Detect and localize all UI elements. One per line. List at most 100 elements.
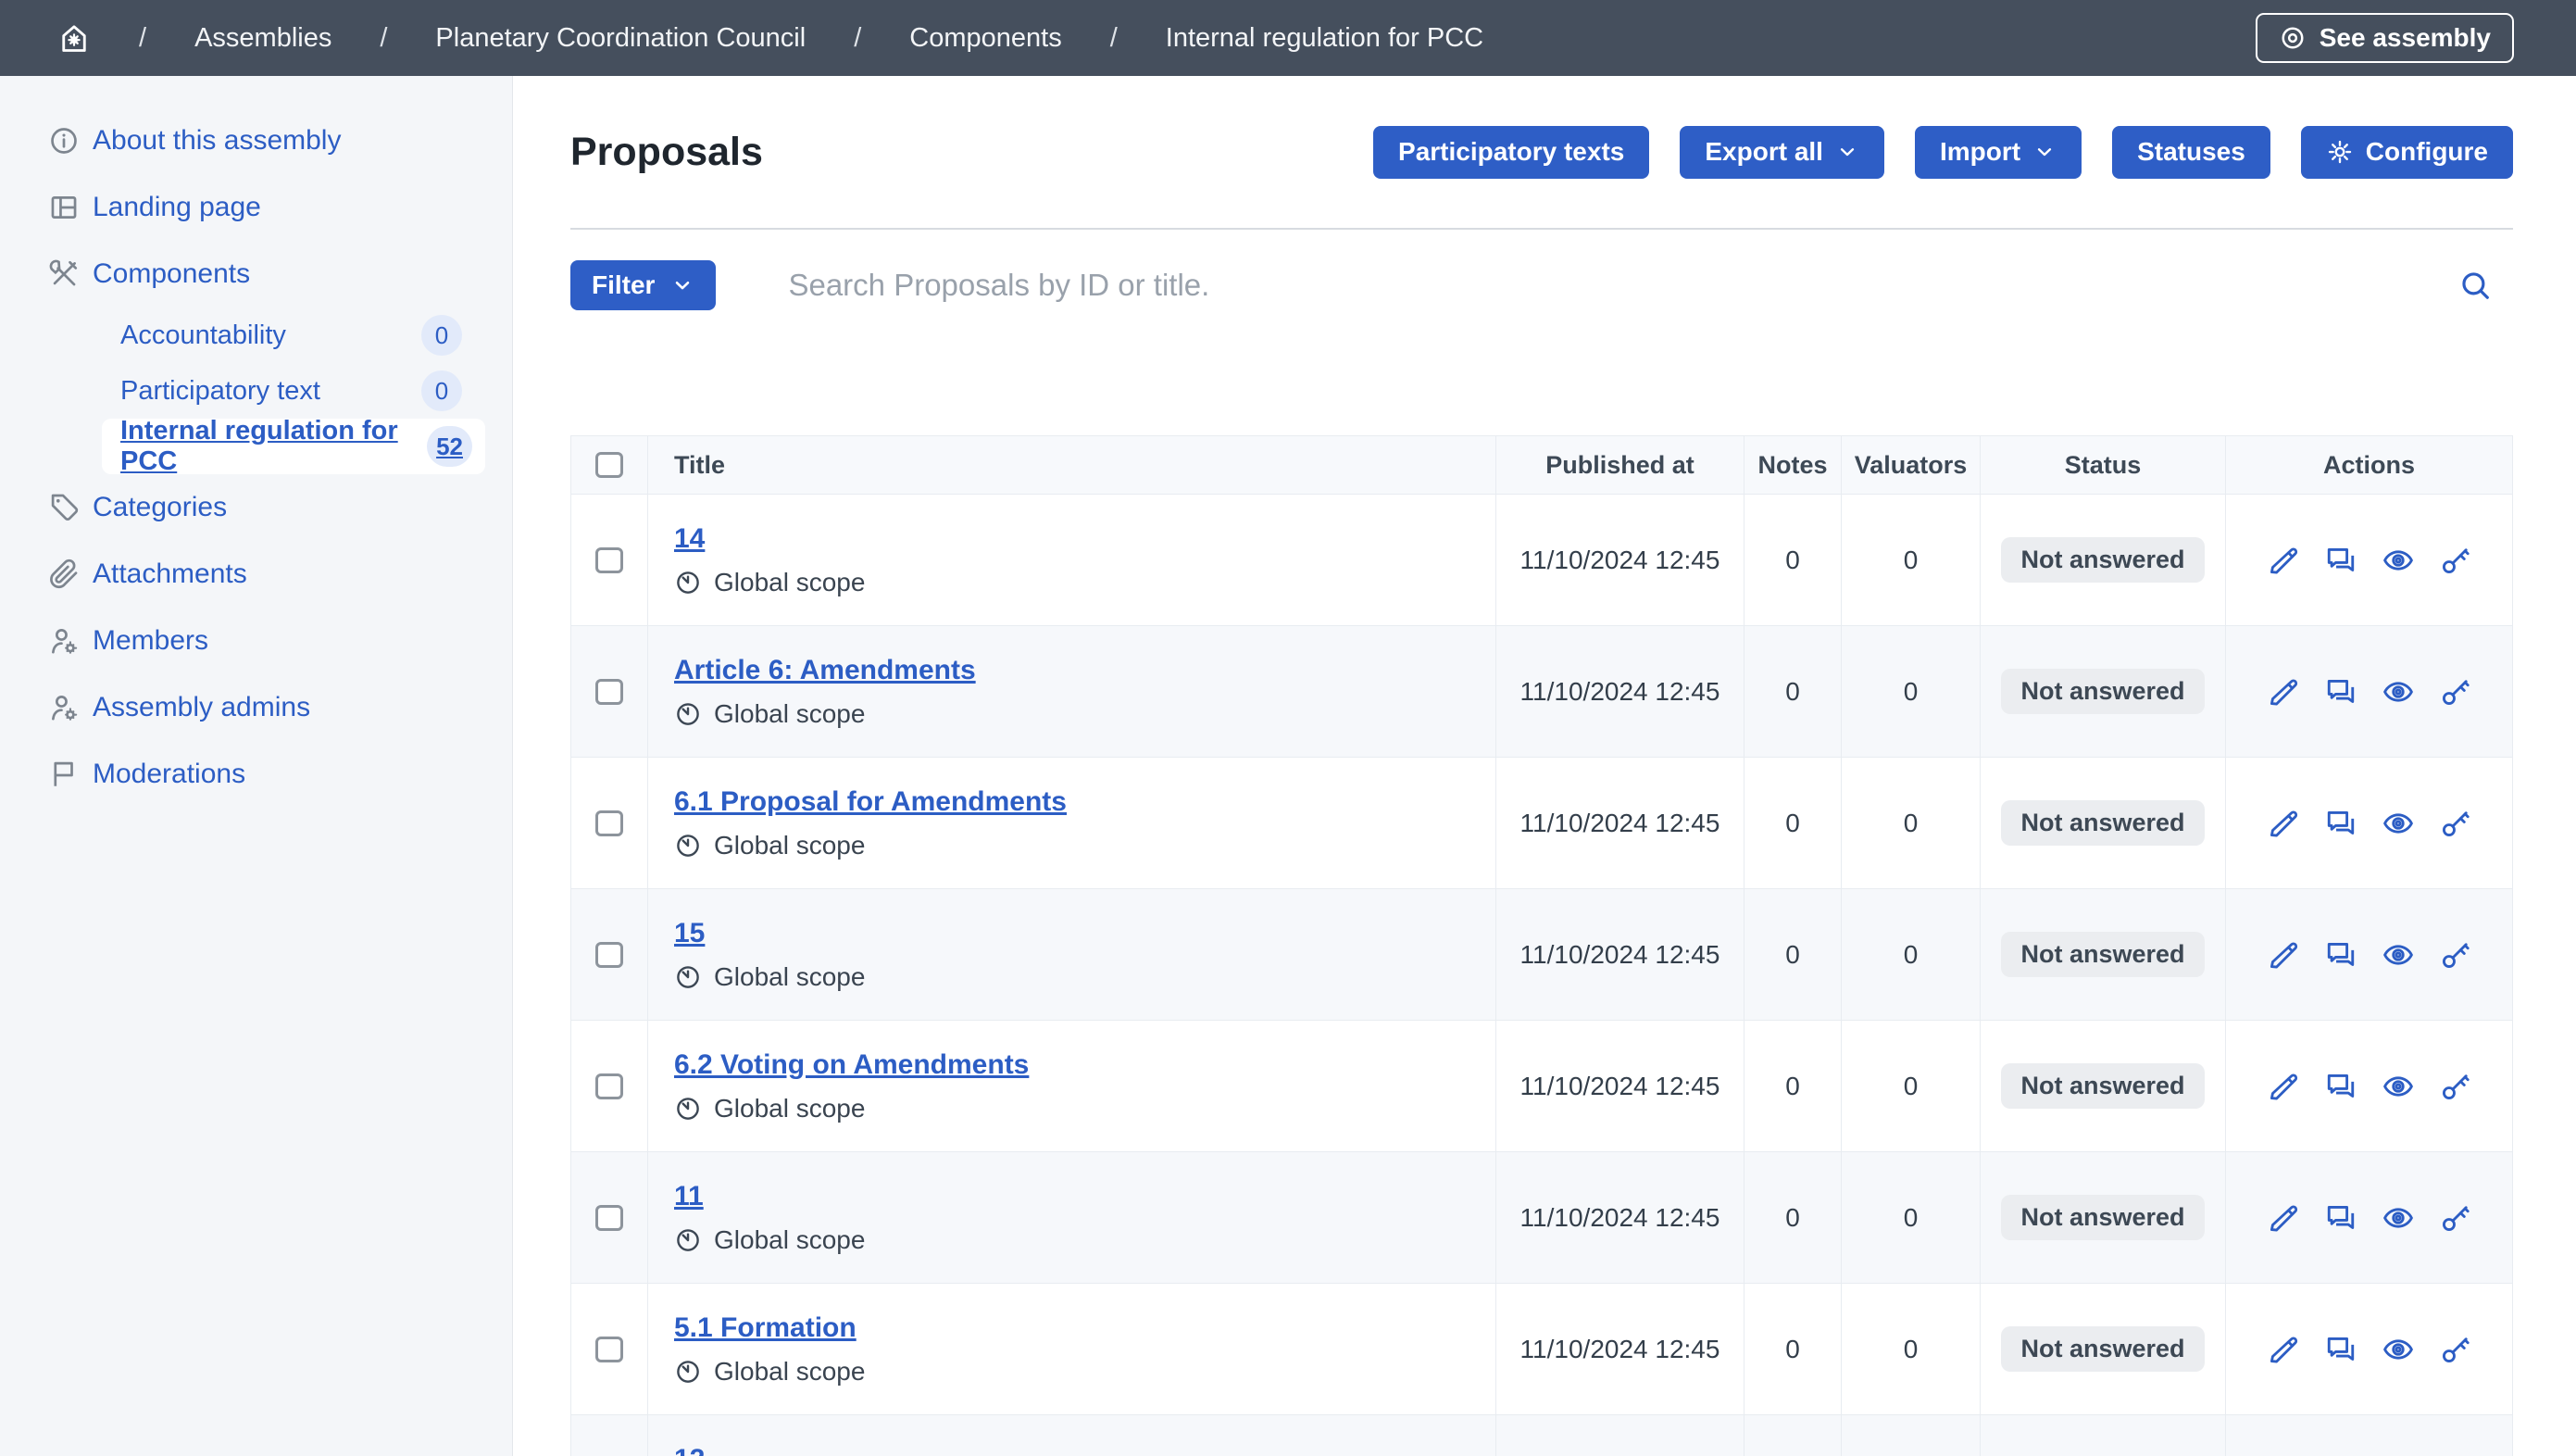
proposal-title-link[interactable]: 11 bbox=[674, 1181, 704, 1212]
published-at-value: 11/10/2024 12:45 bbox=[1520, 1203, 1720, 1233]
chevron-down-icon bbox=[1835, 140, 1859, 164]
breadcrumb-components[interactable]: Components bbox=[909, 23, 1061, 54]
sidebar-item-participatory-text[interactable]: Participatory text 0 bbox=[0, 363, 512, 419]
valuators-count: 0 bbox=[1904, 1072, 1919, 1101]
proposal-scope: Global scope bbox=[674, 1094, 865, 1123]
filter-button[interactable]: Filter bbox=[570, 260, 716, 310]
sidebar-item-categories[interactable]: Categories bbox=[0, 474, 512, 541]
sidebar-item-internal-regulation[interactable]: Internal regulation for PCC 52 bbox=[102, 419, 485, 474]
sidebar-item-landing-page[interactable]: Landing page bbox=[0, 174, 512, 241]
edit-pencil-icon[interactable] bbox=[2267, 807, 2300, 840]
scope-label: Global scope bbox=[714, 1225, 865, 1255]
answer-chat-icon[interactable] bbox=[2324, 1070, 2357, 1103]
edit-pencil-icon[interactable] bbox=[2267, 1333, 2300, 1366]
see-assembly-button[interactable]: See assembly bbox=[2256, 13, 2514, 63]
sidebar-item-attachments[interactable]: Attachments bbox=[0, 541, 512, 608]
row-checkbox[interactable] bbox=[595, 1337, 623, 1362]
members-icon bbox=[48, 625, 80, 657]
preview-eye-icon[interactable] bbox=[2382, 675, 2415, 709]
edit-pencil-icon[interactable] bbox=[2267, 675, 2300, 709]
proposal-title-link[interactable]: Article 6: Amendments bbox=[674, 655, 976, 686]
edit-pencil-icon[interactable] bbox=[2267, 938, 2300, 972]
answer-chat-icon[interactable] bbox=[2324, 544, 2357, 577]
configure-button[interactable]: Configure bbox=[2301, 126, 2513, 179]
preview-eye-icon[interactable] bbox=[2382, 1201, 2415, 1235]
button-label: Statuses bbox=[2137, 137, 2245, 167]
row-checkbox[interactable] bbox=[595, 810, 623, 836]
chevron-down-icon bbox=[2032, 140, 2057, 164]
answer-chat-icon[interactable] bbox=[2324, 1333, 2357, 1366]
permissions-key-icon[interactable] bbox=[2439, 807, 2472, 840]
answer-chat-icon[interactable] bbox=[2324, 675, 2357, 709]
select-all-checkbox[interactable] bbox=[595, 452, 623, 478]
preview-eye-icon[interactable] bbox=[2382, 1070, 2415, 1103]
scope-label: Global scope bbox=[714, 831, 865, 860]
valuators-count: 0 bbox=[1904, 940, 1919, 970]
sidebar-item-label: Members bbox=[93, 625, 208, 657]
edit-pencil-icon[interactable] bbox=[2267, 1070, 2300, 1103]
row-checkbox[interactable] bbox=[595, 1205, 623, 1231]
notes-count: 0 bbox=[1785, 546, 1800, 575]
row-checkbox[interactable] bbox=[595, 942, 623, 968]
search-icon[interactable] bbox=[2457, 268, 2493, 303]
statuses-button[interactable]: Statuses bbox=[2112, 126, 2270, 179]
preview-eye-icon[interactable] bbox=[2382, 1333, 2415, 1366]
column-header-notes: Notes bbox=[1744, 436, 1842, 494]
proposal-title-link[interactable]: 5.1 Formation bbox=[674, 1312, 857, 1344]
page-title: Proposals bbox=[570, 130, 763, 175]
row-checkbox[interactable] bbox=[595, 1073, 623, 1099]
preview-eye-icon[interactable] bbox=[2382, 807, 2415, 840]
sidebar-item-components[interactable]: Components bbox=[0, 241, 512, 308]
proposal-title-link[interactable]: 15 bbox=[674, 918, 705, 949]
table-row: 11 Global scope 11/10/2024 12:45 0 0 Not bbox=[570, 1152, 2513, 1284]
table-row: 15 Global scope 11/10/2024 12:45 0 0 Not bbox=[570, 889, 2513, 1021]
proposal-title-link[interactable]: 6.1 Proposal for Amendments bbox=[674, 786, 1067, 818]
global-scope-icon bbox=[674, 700, 702, 728]
global-scope-icon bbox=[674, 1358, 702, 1386]
permissions-key-icon[interactable] bbox=[2439, 1333, 2472, 1366]
proposal-scope: Global scope bbox=[674, 962, 865, 992]
edit-pencil-icon[interactable] bbox=[2267, 544, 2300, 577]
answer-chat-icon[interactable] bbox=[2324, 938, 2357, 972]
export-all-button[interactable]: Export all bbox=[1680, 126, 1884, 179]
published-at-value: 11/10/2024 12:45 bbox=[1520, 677, 1720, 707]
sidebar-item-members[interactable]: Members bbox=[0, 608, 512, 674]
preview-eye-icon[interactable] bbox=[2382, 938, 2415, 972]
published-at-value: 11/10/2024 12:45 bbox=[1520, 546, 1720, 575]
edit-pencil-icon[interactable] bbox=[2267, 1201, 2300, 1235]
permissions-key-icon[interactable] bbox=[2439, 544, 2472, 577]
proposal-title-link[interactable]: 14 bbox=[674, 523, 705, 555]
permissions-key-icon[interactable] bbox=[2439, 1070, 2472, 1103]
search-input[interactable] bbox=[788, 268, 2430, 303]
row-checkbox[interactable] bbox=[595, 547, 623, 573]
home-icon[interactable] bbox=[57, 21, 91, 55]
permissions-key-icon[interactable] bbox=[2439, 675, 2472, 709]
participatory-texts-button[interactable]: Participatory texts bbox=[1373, 126, 1649, 179]
proposal-title-link[interactable]: 6.2 Voting on Amendments bbox=[674, 1049, 1029, 1081]
permissions-key-icon[interactable] bbox=[2439, 1201, 2472, 1235]
see-assembly-label: See assembly bbox=[2320, 23, 2491, 53]
permissions-key-icon[interactable] bbox=[2439, 938, 2472, 972]
sidebar: About this assembly Landing page Compone… bbox=[0, 76, 513, 1456]
notes-count: 0 bbox=[1785, 809, 1800, 838]
sidebar-item-label: Components bbox=[93, 258, 250, 290]
status-badge: Not answered bbox=[2001, 537, 2204, 583]
sidebar-item-about[interactable]: About this assembly bbox=[0, 107, 512, 174]
row-actions bbox=[2267, 807, 2472, 840]
table-row: 6.2 Voting on Amendments Global scope 11… bbox=[570, 1021, 2513, 1152]
sidebar-item-assembly-admins[interactable]: Assembly admins bbox=[0, 674, 512, 741]
table-header: Title Published at Notes Valuators Statu… bbox=[570, 435, 2513, 495]
sidebar-item-moderations[interactable]: Moderations bbox=[0, 741, 512, 808]
sidebar-item-accountability[interactable]: Accountability 0 bbox=[0, 308, 512, 363]
proposal-scope: Global scope bbox=[674, 568, 865, 597]
table-row: 6.1 Proposal for Amendments Global scope… bbox=[570, 758, 2513, 889]
proposal-title-link[interactable]: 12 bbox=[674, 1444, 705, 1456]
answer-chat-icon[interactable] bbox=[2324, 1201, 2357, 1235]
breadcrumb-assembly-name[interactable]: Planetary Coordination Council bbox=[435, 23, 806, 54]
breadcrumb-assemblies[interactable]: Assemblies bbox=[194, 23, 331, 54]
preview-eye-icon[interactable] bbox=[2382, 544, 2415, 577]
row-checkbox[interactable] bbox=[595, 679, 623, 705]
import-button[interactable]: Import bbox=[1915, 126, 2082, 179]
answer-chat-icon[interactable] bbox=[2324, 807, 2357, 840]
table-row: 12 Global scope 11/10/2024 12:45 0 0 Not bbox=[570, 1415, 2513, 1456]
